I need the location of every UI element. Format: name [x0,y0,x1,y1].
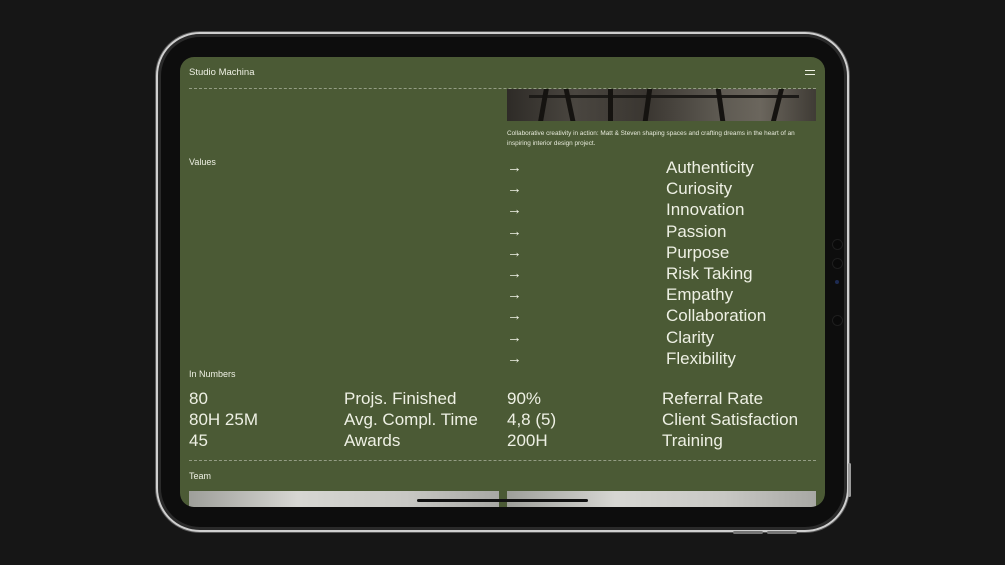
stat-value: 45 [189,431,208,450]
stat-value: 80 [189,389,208,408]
home-indicator[interactable] [417,499,588,502]
bottom-button [767,531,797,534]
hero-photo [507,89,816,121]
values-list: → Authenticity → Curiosity → Innovation … [507,157,817,369]
value-label: Authenticity [666,158,754,177]
value-label: Risk Taking [666,263,753,283]
stat-label: Avg. Compl. Time [344,410,478,429]
arrow-right-icon: → [507,180,522,198]
stat-label: Training [662,431,723,450]
value-label: Curiosity [666,179,733,199]
stat-value: 200H [507,431,548,450]
in-numbers-section-label: In Numbers [189,369,236,379]
arrow-right-icon: → [507,243,522,261]
hero-photo-caption: Collaborative creativity in action: Matt… [507,130,795,147]
value-item: → Empathy [507,284,817,305]
value-label: Empathy [666,285,734,305]
value-label: Collaboration [666,306,767,326]
hamburger-menu-icon[interactable] [805,70,815,75]
sensor-dot [832,315,843,326]
values-section-label: Values [189,157,216,167]
sensor-dot [832,258,843,269]
value-label: Innovation [666,200,745,220]
value-item: → Innovation [507,199,817,220]
stat-label: Projs. Finished [344,389,457,408]
sensor-dot [832,239,843,250]
value-label: Flexibility [666,348,736,368]
value-item: → Flexibility [507,348,817,369]
arrow-right-icon: → [507,286,522,304]
side-button [848,463,851,497]
brand-logo-text[interactable]: Studio Machina [189,67,254,78]
arrow-right-icon: → [507,222,522,240]
value-label: Purpose [666,242,730,262]
arrow-right-icon: → [507,349,522,367]
arrow-right-icon: → [507,307,522,325]
value-item: → Authenticity [507,157,817,178]
value-item: → Risk Taking [507,263,817,284]
value-item: → Purpose [507,242,817,263]
value-item: → Collaboration [507,305,817,326]
team-section-label: Team [189,471,212,481]
arrow-right-icon: → [507,328,522,346]
value-label: Clarity [666,327,715,347]
tablet-screen: Studio Machina Collaborative creativity … [180,57,825,507]
value-item: → Passion [507,221,817,242]
value-item: → Clarity [507,327,817,348]
stat-value: 80H 25M [189,410,258,429]
stat-label: Awards [344,431,401,450]
stat-value: 4,8 (5) [507,410,557,429]
value-item: → Curiosity [507,178,817,199]
value-label: Passion [666,221,727,241]
bottom-button [733,531,763,534]
divider [189,460,816,461]
stat-value: 90% [507,389,542,408]
stat-label: Client Satisfaction [662,410,799,429]
arrow-right-icon: → [507,201,522,219]
stat-label: Referral Rate [662,389,764,408]
arrow-right-icon: → [507,264,522,282]
camera-icon [835,280,839,284]
arrow-right-icon: → [507,159,522,176]
